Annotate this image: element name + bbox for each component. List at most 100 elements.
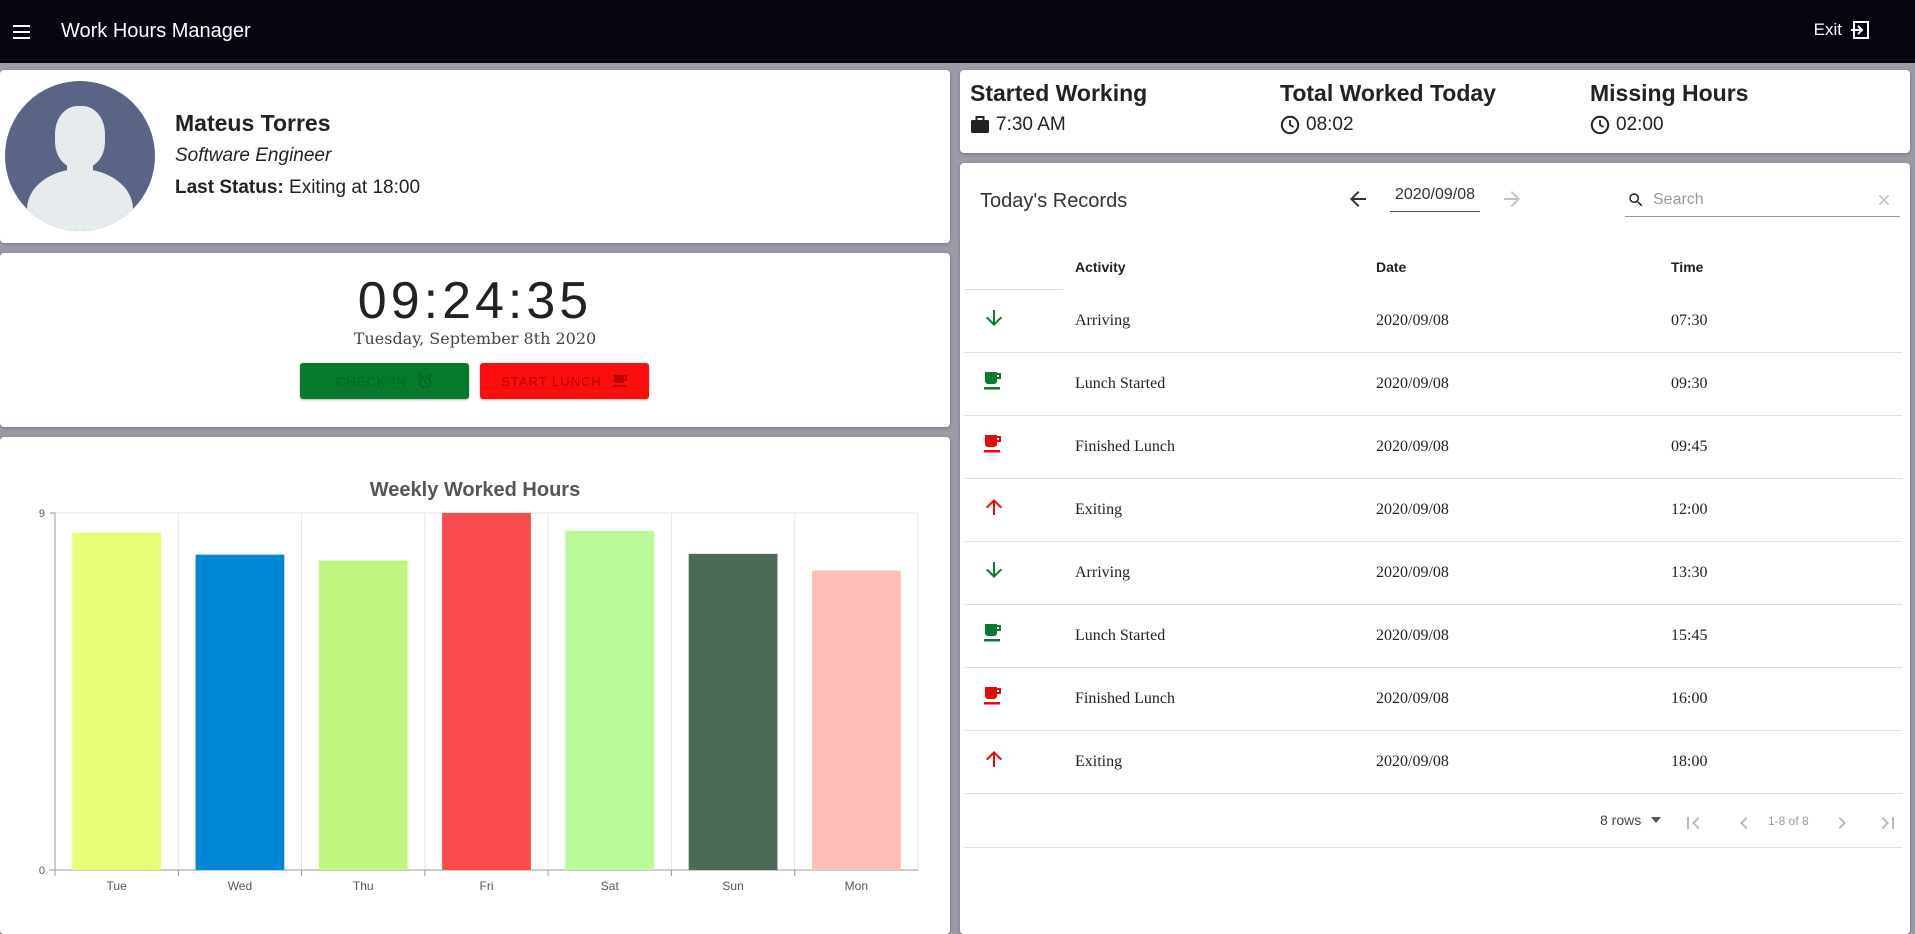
arrow-down-icon bbox=[986, 562, 1002, 578]
stats-card: Started Working 7:30 AM Total Worked Tod… bbox=[960, 70, 1910, 153]
check-in-label: CHECK-IN bbox=[336, 373, 407, 389]
table-row[interactable]: Finished Lunch 2020/09/08 09:45 bbox=[964, 416, 1902, 479]
stat-started-working: Started Working 7:30 AM bbox=[970, 80, 1147, 136]
table-row[interactable]: Arriving 2020/09/08 13:30 bbox=[964, 542, 1902, 605]
stat-missing-hours: Missing Hours 02:00 bbox=[1590, 80, 1748, 136]
table-row[interactable]: Lunch Started 2020/09/08 15:45 bbox=[964, 605, 1902, 668]
search-icon bbox=[1629, 193, 1643, 207]
date-cell: 2020/09/08 bbox=[1376, 627, 1449, 644]
stat-title: Started Working bbox=[970, 80, 1148, 106]
chart-y-tick-label: 9 bbox=[39, 508, 45, 520]
chart-bar-tue bbox=[72, 532, 162, 870]
exit-label: Exit bbox=[1813, 20, 1842, 39]
activity-cell: Exiting bbox=[1075, 501, 1123, 518]
date-cell: 2020/09/08 bbox=[1376, 564, 1449, 581]
chart-bar-mon bbox=[811, 570, 901, 870]
status-value: Exiting at 18:00 bbox=[289, 177, 421, 198]
stat-value: 08:02 bbox=[1306, 114, 1354, 135]
chart-x-tick-label: Wed bbox=[228, 879, 252, 893]
table-row[interactable]: Finished Lunch 2020/09/08 16:00 bbox=[964, 668, 1902, 731]
activity-cell: Arriving bbox=[1075, 564, 1131, 581]
table-header: Activity Date Time bbox=[960, 249, 1910, 290]
app-bar: Work Hours Manager Exit bbox=[0, 0, 1915, 63]
search-box bbox=[1625, 185, 1900, 217]
stat-value: 7:30 AM bbox=[996, 114, 1066, 135]
column-header-activity[interactable]: Activity bbox=[1075, 259, 1126, 275]
stat-total-worked: Total Worked Today 08:02 bbox=[1280, 80, 1496, 136]
date-cell: 2020/09/08 bbox=[1376, 312, 1449, 329]
profile-status: Last Status: Exiting at 18:00 bbox=[175, 177, 420, 199]
table-row[interactable]: Lunch Started 2020/09/08 09:30 bbox=[964, 353, 1902, 416]
clock-date: Tuesday, September 8th 2020 bbox=[353, 329, 597, 348]
first-page-icon[interactable] bbox=[1681, 811, 1705, 835]
date-cell: 2020/09/08 bbox=[1376, 501, 1449, 518]
time-cell: 13:30 bbox=[1671, 564, 1708, 581]
start-lunch-label: START LUNCH bbox=[501, 373, 602, 389]
time-cell: 16:00 bbox=[1671, 690, 1708, 707]
chart-x-tick-label: Fri bbox=[480, 879, 494, 893]
arrow-up-icon bbox=[986, 499, 1002, 515]
last-page-icon[interactable] bbox=[1876, 811, 1900, 835]
previous-day-arrow-icon[interactable] bbox=[1346, 187, 1370, 211]
table-row[interactable]: Exiting 2020/09/08 12:00 bbox=[964, 479, 1902, 542]
next-day-arrow-icon[interactable] bbox=[1500, 187, 1524, 211]
activity-cell: Lunch Started bbox=[1075, 627, 1166, 644]
chart-x-tick-label: Sun bbox=[722, 879, 743, 893]
exit-button[interactable]: Exit bbox=[1814, 20, 1870, 40]
chart-bar-fri bbox=[442, 513, 531, 870]
column-header-date[interactable]: Date bbox=[1376, 259, 1406, 275]
coffee-icon bbox=[984, 624, 1001, 642]
chevron-down-icon bbox=[1651, 817, 1662, 823]
page-info: 1-8 of 8 bbox=[1768, 814, 1809, 828]
chart-bar-thu bbox=[318, 560, 408, 870]
profile-role: Software Engineer bbox=[175, 145, 332, 166]
arrow-up-icon bbox=[986, 751, 1002, 767]
chart-x-tick-label: Tue bbox=[107, 879, 128, 893]
table-row[interactable]: Arriving 2020/09/08 07:30 bbox=[964, 290, 1902, 353]
weekly-chart-card: Weekly Worked Hours 0 9 Tue Wed Thu Fri Sat Sun… bbox=[0, 437, 950, 934]
stat-title: Total Worked Today bbox=[1280, 80, 1496, 106]
rows-per-page-select[interactable]: 8 rows bbox=[1600, 812, 1662, 828]
coffee-icon bbox=[984, 435, 1001, 453]
alarm-clock-icon bbox=[417, 373, 432, 389]
date-cell: 2020/09/08 bbox=[1376, 690, 1449, 707]
avatar bbox=[5, 81, 155, 231]
coffee-icon bbox=[984, 687, 1001, 705]
activity-cell: Arriving bbox=[1075, 312, 1131, 329]
check-in-button[interactable]: CHECK-IN bbox=[300, 363, 469, 399]
next-page-icon[interactable] bbox=[1830, 811, 1854, 835]
activity-cell: Lunch Started bbox=[1075, 375, 1166, 392]
exit-icon bbox=[1851, 21, 1869, 39]
date-field[interactable]: 2020/09/08 bbox=[1390, 182, 1480, 212]
rows-per-page-value: 8 rows bbox=[1600, 812, 1642, 828]
table-row[interactable]: Exiting 2020/09/08 18:00 bbox=[964, 731, 1902, 794]
stat-value: 02:00 bbox=[1616, 114, 1664, 135]
chart-bar-sat bbox=[565, 530, 655, 870]
clock-time: 09:24:35 bbox=[357, 272, 593, 330]
clear-search-icon[interactable] bbox=[1875, 191, 1893, 209]
activity-cell: Exiting bbox=[1075, 753, 1123, 770]
clock-icon bbox=[1280, 115, 1300, 135]
date-cell: 2020/09/08 bbox=[1376, 438, 1449, 455]
coffee-icon bbox=[984, 372, 1001, 390]
chart-x-tick-label: Sat bbox=[601, 879, 620, 893]
clock-card: 09:24:35 Tuesday, September 8th 2020 CHE… bbox=[0, 253, 950, 427]
chart-x-tick-label: Mon bbox=[845, 879, 868, 893]
menu-icon[interactable] bbox=[10, 20, 34, 44]
briefcase-icon bbox=[971, 116, 989, 133]
coffee-icon bbox=[612, 375, 627, 387]
column-header-time[interactable]: Time bbox=[1671, 259, 1703, 275]
clock-icon bbox=[1590, 115, 1610, 135]
previous-page-icon[interactable] bbox=[1732, 811, 1756, 835]
activity-cell: Finished Lunch bbox=[1075, 438, 1175, 455]
records-title: Today's Records bbox=[980, 190, 1128, 212]
start-lunch-button[interactable]: START LUNCH bbox=[480, 363, 649, 399]
table-pagination: 8 rows 1-8 of 8 bbox=[964, 794, 1902, 848]
activity-cell: Finished Lunch bbox=[1075, 690, 1175, 707]
chart-x-tick-label: Thu bbox=[353, 879, 374, 893]
time-cell: 18:00 bbox=[1671, 753, 1708, 770]
time-cell: 12:00 bbox=[1671, 501, 1708, 518]
search-input[interactable] bbox=[1653, 187, 1873, 213]
chart-bar-wed bbox=[195, 554, 285, 870]
weekly-hours-chart: 0 9 Tue Wed Thu Fri Sat Sun Mon bbox=[39, 508, 919, 893]
